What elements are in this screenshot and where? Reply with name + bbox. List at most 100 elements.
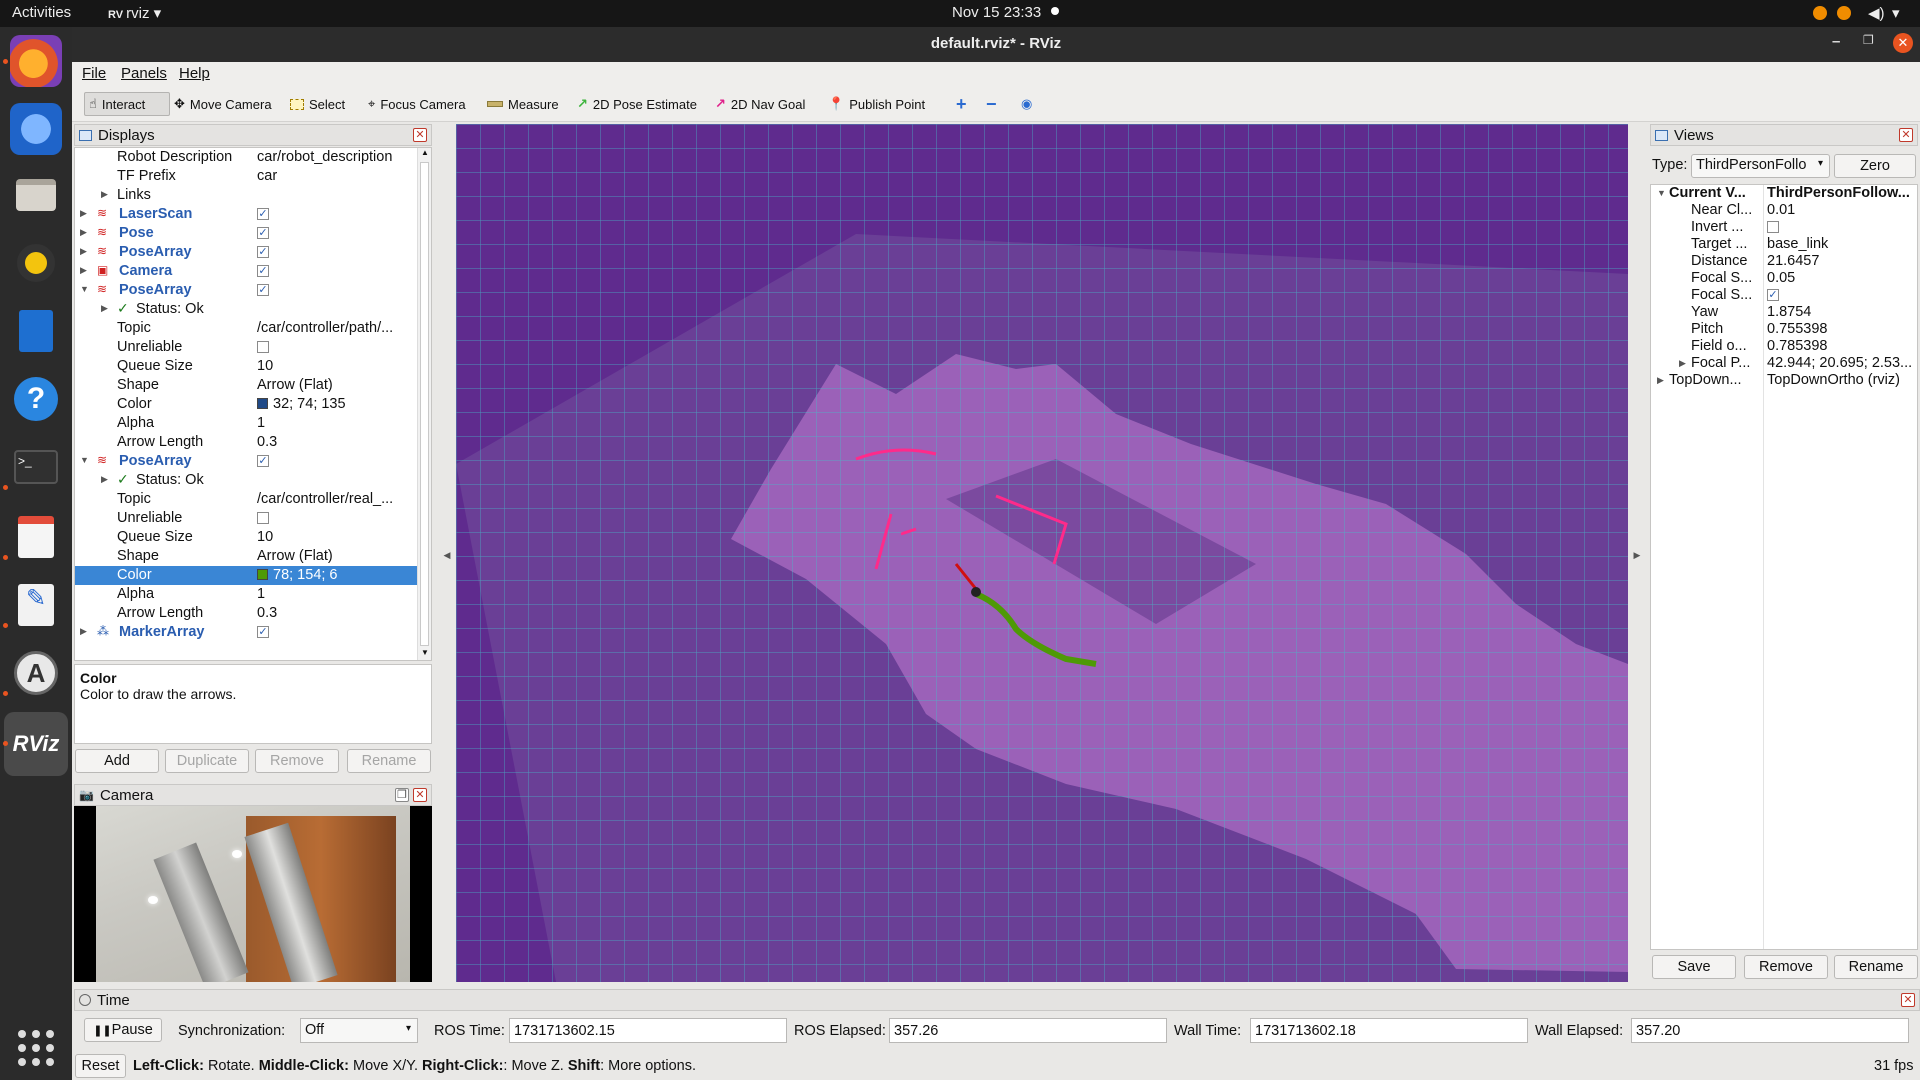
display-tree-row[interactable]: ▶ Links (75, 186, 417, 205)
expand-arrow-icon[interactable]: ▶ (101, 474, 108, 485)
chevron-down-icon[interactable]: ▾ (1892, 4, 1900, 22)
eye-icon[interactable]: ◉ (1017, 92, 1036, 116)
display-tree-row[interactable]: Queue Size 10 (75, 528, 417, 547)
enable-checkbox[interactable] (257, 341, 269, 353)
zero-view-button[interactable]: Zero (1834, 154, 1916, 178)
view-row-value[interactable]: 0.01 (1767, 202, 1917, 218)
expand-arrow-icon[interactable]: ▶ (1679, 358, 1686, 369)
ros-time-field[interactable] (509, 1018, 787, 1043)
display-row-value[interactable]: car/robot_description (257, 149, 417, 165)
rename-view-button[interactable]: Rename (1834, 955, 1918, 979)
display-tree-row[interactable]: Color 32; 74; 135 (75, 395, 417, 414)
view-tree-row[interactable]: Pitch 0.755398 (1651, 321, 1917, 338)
display-tree-row[interactable]: Arrow Length 0.3 (75, 433, 417, 452)
display-tree-row[interactable]: TF Prefix car (75, 167, 417, 186)
3d-render-view[interactable] (456, 124, 1628, 982)
view-row-value[interactable]: base_link (1767, 236, 1917, 252)
measure-tool-button[interactable]: Measure (483, 92, 563, 116)
expand-arrow-icon[interactable]: ▶ (80, 208, 87, 219)
volume-icon[interactable]: ◀) (1868, 4, 1885, 22)
display-tree-row[interactable]: Color 78; 154; 6 (75, 566, 417, 585)
view-tree-row[interactable]: Target ... base_link (1651, 236, 1917, 253)
reader-icon[interactable] (18, 516, 54, 558)
view-row-value[interactable]: 21.6457 (1767, 253, 1917, 269)
view-tree-row[interactable]: Near Cl... 0.01 (1651, 202, 1917, 219)
view-checkbox[interactable] (1767, 221, 1779, 233)
sync-select[interactable]: Off ▾ (300, 1018, 418, 1043)
close-icon[interactable]: ✕ (1893, 33, 1913, 53)
ros-elapsed-field[interactable] (889, 1018, 1167, 1043)
display-tree-row[interactable]: Arrow Length 0.3 (75, 604, 417, 623)
remove-tool-icon[interactable]: − (982, 92, 1001, 116)
view-row-value[interactable]: 1.8754 (1767, 304, 1917, 320)
display-tree-row[interactable]: Shape Arrow (Flat) (75, 376, 417, 395)
duplicate-display-button[interactable]: Duplicate (165, 749, 249, 773)
display-tree-row[interactable]: ▶ ✓ Status: Ok (75, 471, 417, 490)
status-indicator-icon[interactable] (1813, 6, 1827, 20)
enable-checkbox[interactable]: ✓ (257, 208, 269, 220)
enable-checkbox[interactable]: ✓ (257, 265, 269, 277)
minimize-icon[interactable]: – (1832, 33, 1840, 50)
display-tree-row[interactable]: ▼ ≋ PoseArray ✓ (75, 452, 417, 471)
displays-scrollbar[interactable]: ▲ ▼ (417, 148, 431, 660)
enable-checkbox[interactable]: ✓ (257, 227, 269, 239)
view-tree-row[interactable]: Distance 21.6457 (1651, 253, 1917, 270)
time-panel-header[interactable]: Time ✕ (74, 989, 1920, 1011)
display-tree-row[interactable]: Alpha 1 (75, 414, 417, 433)
files-icon[interactable] (16, 179, 56, 211)
remove-view-button[interactable]: Remove (1744, 955, 1828, 979)
terminal-icon[interactable]: >_ (14, 450, 58, 484)
select-tool-button[interactable]: Select (286, 92, 349, 116)
close-panel-icon[interactable]: ✕ (413, 788, 427, 802)
menu-panels[interactable]: Panels (121, 65, 167, 82)
publish-point-tool-button[interactable]: 📍 Publish Point (824, 92, 929, 116)
enable-checkbox[interactable] (257, 512, 269, 524)
view-tree-row[interactable]: Field o... 0.785398 (1651, 338, 1917, 355)
enable-checkbox[interactable]: ✓ (257, 455, 269, 467)
collapse-left-handle[interactable]: ◀ (440, 124, 454, 982)
enable-checkbox[interactable]: ✓ (257, 626, 269, 638)
view-type-select[interactable]: ThirdPersonFollo ▾ (1691, 154, 1830, 178)
status-indicator-icon[interactable] (1837, 6, 1851, 20)
collapse-right-handle[interactable]: ▶ (1630, 124, 1644, 982)
wall-time-field[interactable] (1250, 1018, 1528, 1043)
close-panel-icon[interactable]: ✕ (1901, 993, 1915, 1007)
expand-arrow-icon[interactable]: ▶ (80, 227, 87, 238)
view-row-value[interactable]: TopDownOrtho (rviz) (1767, 372, 1917, 388)
view-tree-row[interactable]: ▼ Current V... ThirdPersonFollow... (1651, 185, 1917, 202)
save-view-button[interactable]: Save (1652, 955, 1736, 979)
display-tree-row[interactable]: Unreliable (75, 338, 417, 357)
display-tree-row[interactable]: ▼ ≋ PoseArray ✓ (75, 281, 417, 300)
collapse-arrow-icon[interactable]: ▼ (80, 455, 89, 465)
display-row-value[interactable]: car (257, 168, 417, 184)
menu-help[interactable]: Help (179, 65, 210, 82)
expand-arrow-icon[interactable]: ▶ (80, 265, 87, 276)
display-tree-row[interactable]: ▶ ≋ LaserScan ✓ (75, 205, 417, 224)
display-row-value[interactable]: Arrow (Flat) (257, 548, 417, 564)
enable-checkbox[interactable]: ✓ (257, 284, 269, 296)
display-tree-row[interactable]: ▶ ▣ Camera ✓ (75, 262, 417, 281)
view-tree-row[interactable]: Invert ... (1651, 219, 1917, 236)
camera-image-view[interactable] (74, 806, 432, 982)
display-row-value[interactable]: 0.3 (257, 434, 417, 450)
app-menu[interactable]: RV rviz ▾ (108, 4, 161, 22)
pause-button[interactable]: ❚❚Pause (84, 1018, 162, 1042)
scroll-up-icon[interactable]: ▲ (421, 148, 429, 157)
expand-arrow-icon[interactable]: ▶ (1657, 375, 1664, 386)
expand-arrow-icon[interactable]: ▶ (80, 626, 87, 637)
collapse-arrow-icon[interactable]: ▼ (1657, 188, 1666, 198)
view-tree-row[interactable]: Focal S... 0.05 (1651, 270, 1917, 287)
rename-display-button[interactable]: Rename (347, 749, 431, 773)
display-tree-row[interactable]: ▶ ✓ Status: Ok (75, 300, 417, 319)
display-tree-row[interactable]: Unreliable (75, 509, 417, 528)
display-row-value[interactable]: /car/controller/real_... (257, 491, 417, 507)
help-icon[interactable]: ? (14, 377, 58, 421)
focus-camera-tool-button[interactable]: ⌖ Focus Camera (364, 92, 470, 116)
window-titlebar[interactable]: default.rviz* - RViz – ❐ ✕ (72, 27, 1920, 62)
display-tree-row[interactable]: Robot Description car/robot_description (75, 148, 417, 167)
wall-elapsed-field[interactable] (1631, 1018, 1909, 1043)
display-row-value[interactable]: Arrow (Flat) (257, 377, 417, 393)
views-panel-header[interactable]: Views ✕ (1650, 124, 1918, 146)
display-row-value[interactable]: 0.3 (257, 605, 417, 621)
color-value[interactable]: 32; 74; 135 (257, 396, 417, 412)
